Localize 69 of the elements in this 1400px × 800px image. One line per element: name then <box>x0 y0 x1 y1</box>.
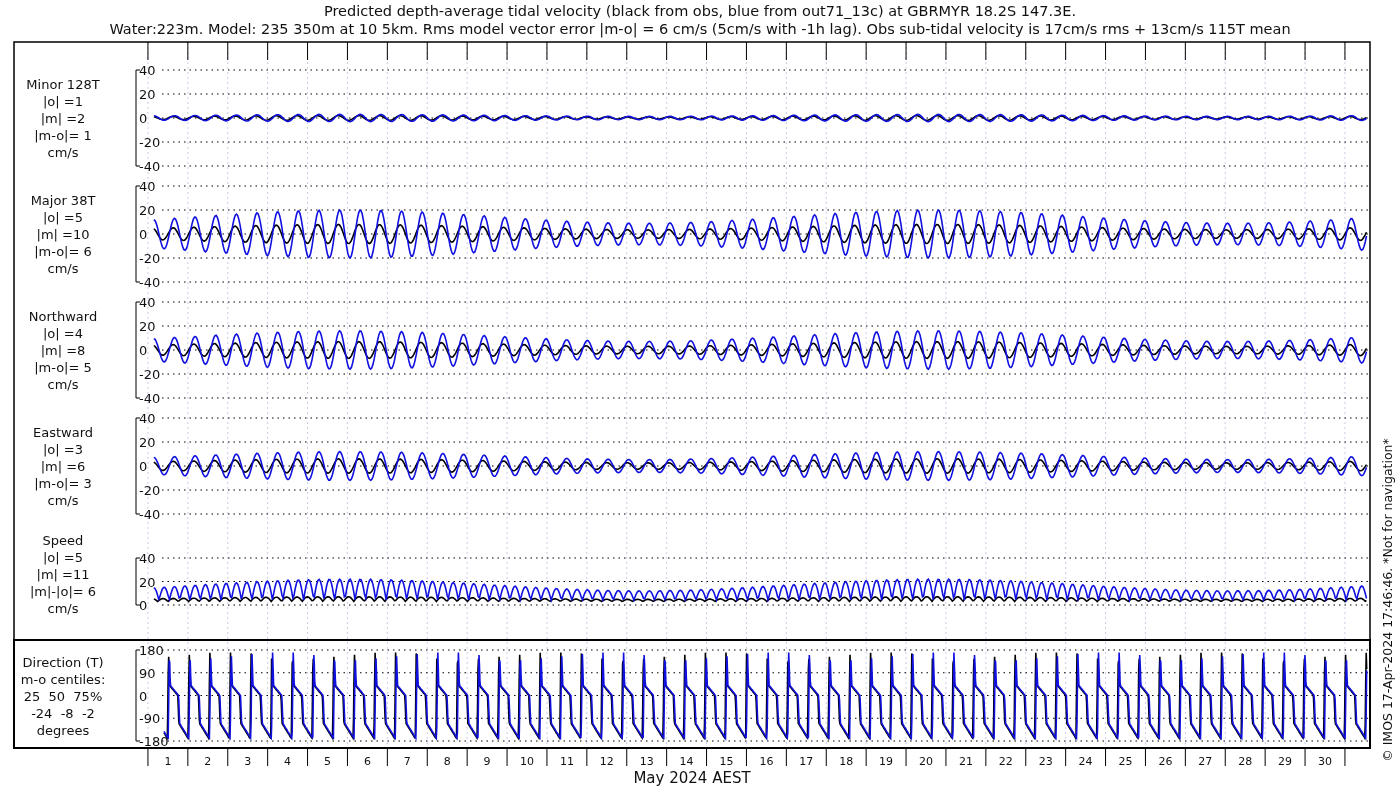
day-label: 4 <box>284 755 292 768</box>
day-label: 10 <box>520 755 534 768</box>
tick-label: 40 <box>139 551 156 566</box>
tick-label: 90 <box>139 665 156 681</box>
tick-label: 0 <box>139 111 148 126</box>
day-label: 19 <box>879 755 894 768</box>
tick-label: 40 <box>139 179 156 194</box>
axis-title: May 2024 AEST <box>633 769 751 787</box>
tick-label: 40 <box>139 63 156 78</box>
day-label: 17 <box>799 755 814 768</box>
day-label: 18 <box>839 755 854 768</box>
tick-label: -40 <box>139 275 161 290</box>
panel-label: Northward |o| =4 |m| =8 |m-o|= 5 cm/s <box>28 309 98 392</box>
day-label: 22 <box>998 755 1013 768</box>
tick-label: 0 <box>139 227 148 242</box>
chart-title: Predicted depth-average tidal velocity (black from obs, blue from out71_13c) at GBRMYR 18.2S 147.3E. <box>323 2 1077 20</box>
day-label: 16 <box>759 755 774 768</box>
tick-label: -20 <box>139 483 161 498</box>
panel-label: Direction (T) m-o centiles: 25 50 75% -24 -8 -2 degrees <box>20 654 106 738</box>
tick-label: 20 <box>139 435 156 450</box>
day-label: 27 <box>1198 755 1213 768</box>
day-label: 2 <box>204 755 212 768</box>
day-label: 3 <box>244 755 252 768</box>
tick-label: 0 <box>139 459 148 474</box>
day-label: 24 <box>1078 755 1093 768</box>
day-label: 11 <box>559 755 574 768</box>
day-label: 25 <box>1118 755 1133 768</box>
day-label: 15 <box>719 755 734 768</box>
tick-label: -40 <box>139 391 161 406</box>
day-label: 30 <box>1318 755 1332 768</box>
panel-label: Minor 128T |o| =1 |m| =2 |m-o|= 1 cm/s <box>26 77 100 160</box>
tick-label: -20 <box>139 367 161 382</box>
tick-label: 20 <box>139 87 156 102</box>
tick-label: -40 <box>139 507 161 522</box>
panel-label: Eastward |o| =3 |m| =6 |m-o|= 3 cm/s <box>33 425 93 508</box>
day-label: 8 <box>443 755 451 768</box>
day-label: 21 <box>958 755 973 768</box>
day-label: 29 <box>1278 755 1293 768</box>
tick-label: -180 <box>139 734 169 749</box>
tick-label: 0 <box>139 343 148 358</box>
y-axis <box>135 557 141 606</box>
tick-label: 0 <box>139 688 148 704</box>
tick-label: 40 <box>139 411 156 426</box>
tick-label: 40 <box>139 295 156 310</box>
tick-label: 20 <box>139 574 156 590</box>
day-label: 5 <box>324 755 331 768</box>
day-label: 6 <box>363 755 371 768</box>
tick-label: 180 <box>139 643 164 658</box>
tick-label: 20 <box>139 203 156 218</box>
day-label: 1 <box>164 755 172 768</box>
day-label: 9 <box>483 755 491 768</box>
day-label: 12 <box>599 755 614 768</box>
day-label: 28 <box>1238 755 1253 768</box>
day-label: 20 <box>919 755 933 768</box>
tick-label: -20 <box>139 251 161 266</box>
tick-label: 0 <box>139 598 148 613</box>
chart-title: Water:223m. Model: 235 350m at 10 5km. Rms model vector error |m-o| = 6 cm/s (5cm/s with -1h lag). Obs sub-tidal velocity is 17cm/s rms + 13cm/s 115T mean <box>109 20 1291 38</box>
tick-label: 20 <box>139 319 156 334</box>
copyright-note: © IMOS 17-Apr-2024 17:46:46. *Not for navigation* <box>1380 438 1395 762</box>
day-label: 7 <box>403 755 411 768</box>
day-label: 13 <box>639 755 654 768</box>
day-label: 26 <box>1158 755 1173 768</box>
tick-label: -40 <box>139 159 161 174</box>
panel-label: Major 38T |o| =5 |m| =10 |m-o|= 6 cm/s <box>30 193 96 276</box>
tick-label: -90 <box>139 711 161 727</box>
panel-label: Speed |o| =5 |m| =11 |m|-|o|= 6 cm/s <box>29 532 97 616</box>
day-label: 14 <box>679 755 694 768</box>
tick-label: -20 <box>139 135 161 150</box>
day-label: 23 <box>1038 755 1053 768</box>
